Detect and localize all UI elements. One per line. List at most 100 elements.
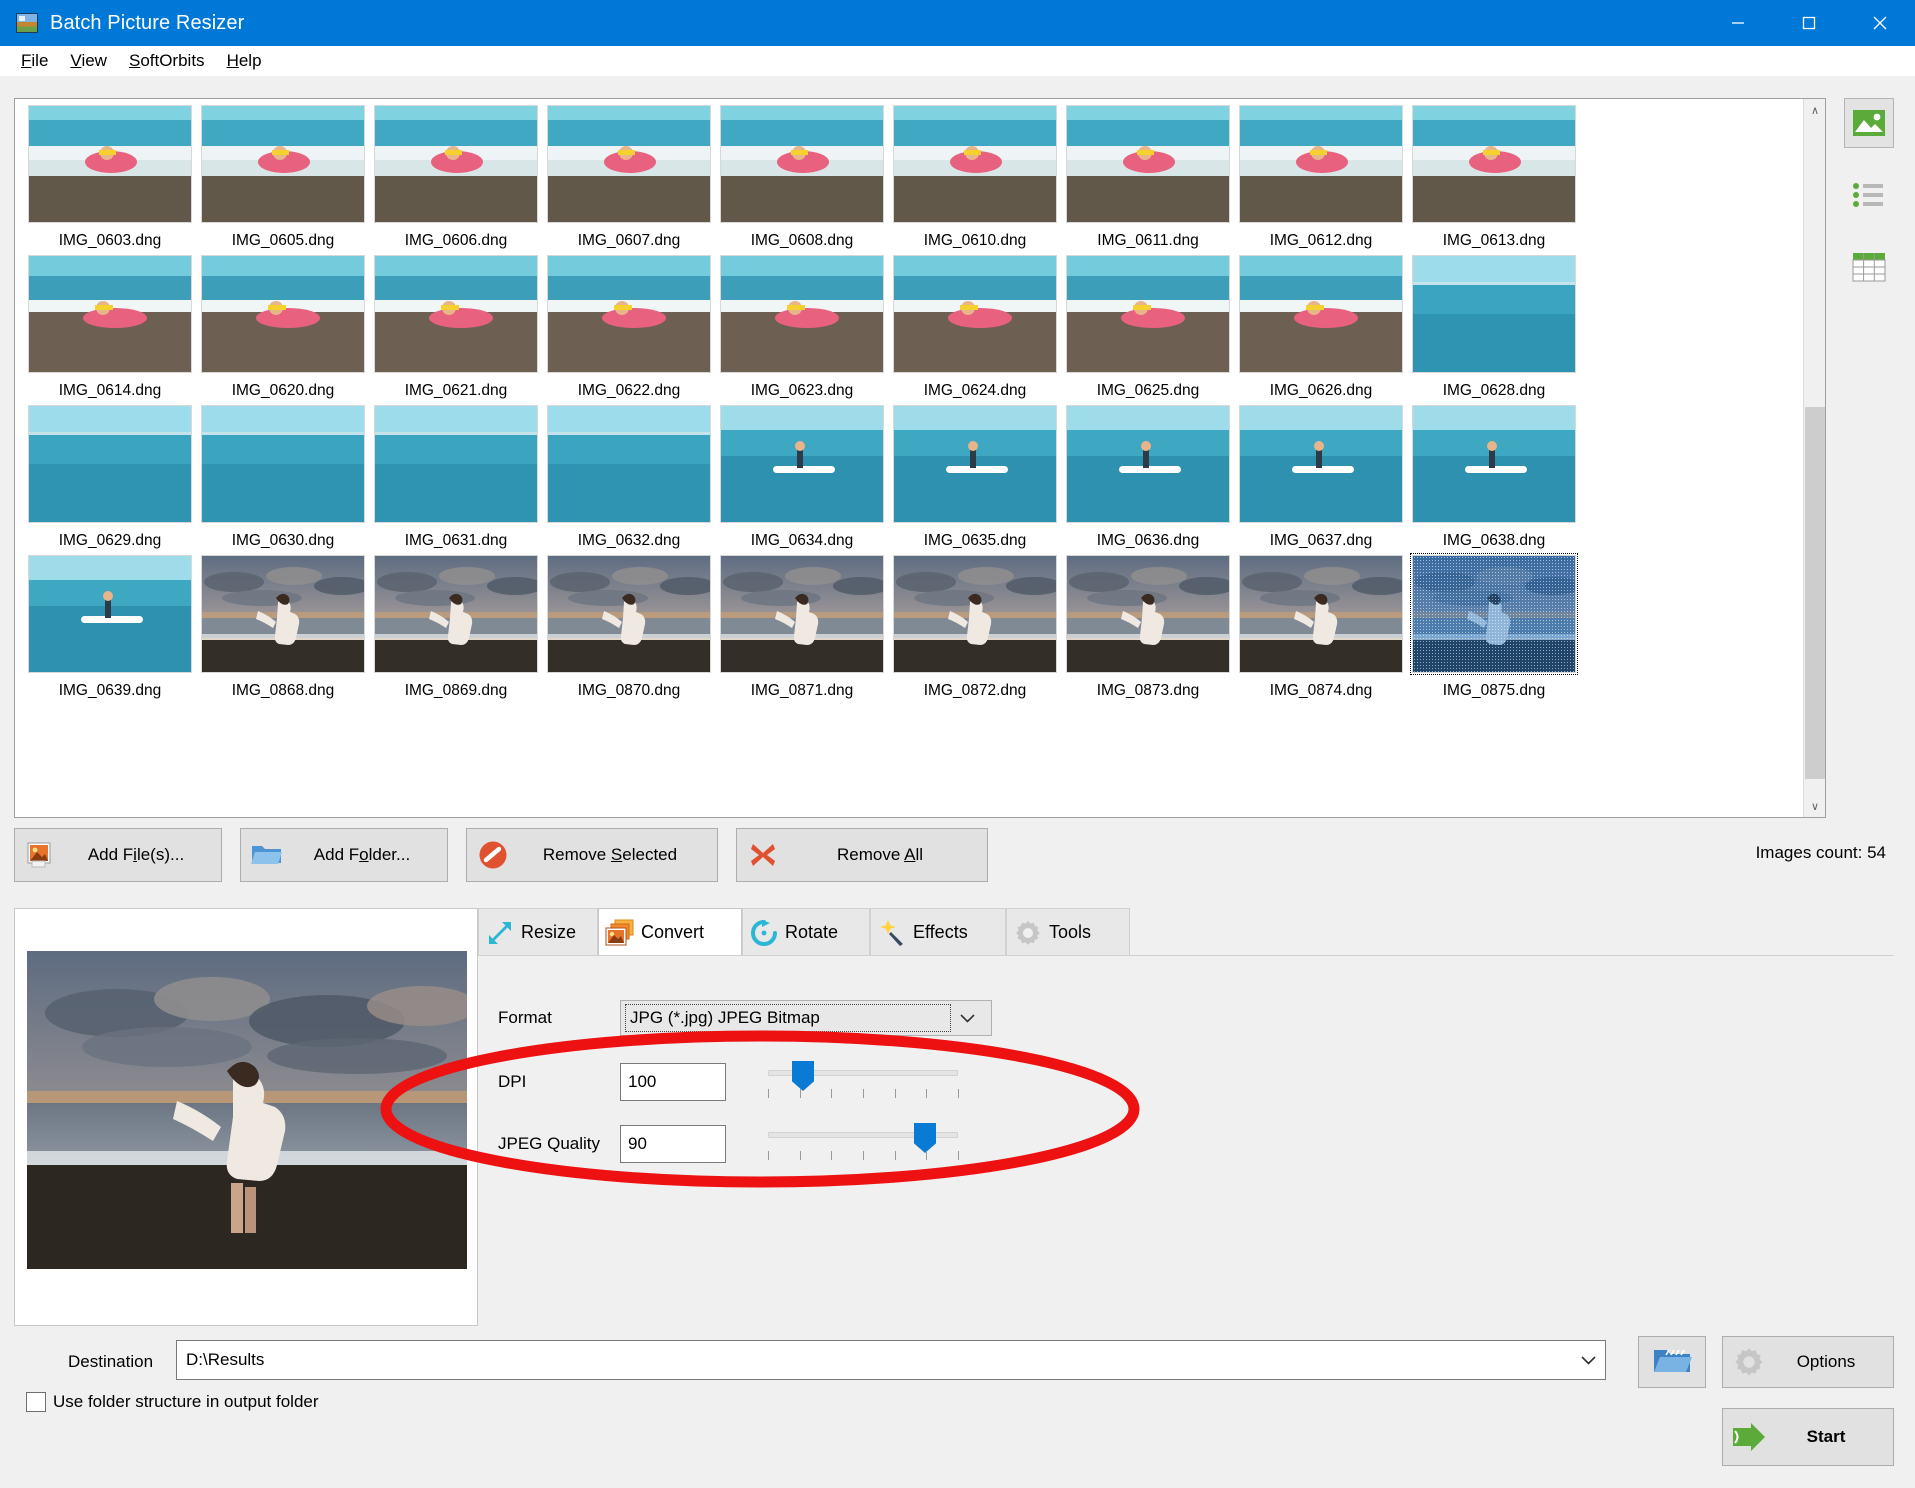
thumbnail-image[interactable]	[374, 555, 538, 673]
thumbnail-item[interactable]: IMG_0868.dng	[198, 555, 368, 701]
scroll-down-button[interactable]: ∨	[1804, 795, 1825, 817]
thumbnail-image[interactable]	[720, 555, 884, 673]
start-button[interactable]: Start	[1722, 1408, 1894, 1466]
thumbnail-item[interactable]: IMG_0631.dng	[371, 405, 541, 551]
thumbnail-scrollbar[interactable]: ∧ ∨	[1803, 99, 1825, 817]
thumbnail-image[interactable]	[1066, 405, 1230, 523]
thumbnail-item[interactable]: IMG_0612.dng	[1236, 105, 1406, 251]
thumbnail-item[interactable]: IMG_0621.dng	[371, 255, 541, 401]
thumbnail-image[interactable]	[1412, 105, 1576, 223]
thumbnail-image[interactable]	[1412, 255, 1576, 373]
thumbnail-image[interactable]	[28, 105, 192, 223]
options-button[interactable]: Options	[1722, 1336, 1894, 1388]
thumbnail-image[interactable]	[720, 255, 884, 373]
thumbnail-image[interactable]	[1239, 255, 1403, 373]
thumbnail-item[interactable]: IMG_0871.dng	[717, 555, 887, 701]
tab-effects[interactable]: Effects	[870, 908, 1006, 956]
thumbnail-item[interactable]: IMG_0606.dng	[371, 105, 541, 251]
thumbnail-image[interactable]	[547, 255, 711, 373]
thumbnail-item[interactable]: IMG_0635.dng	[890, 405, 1060, 551]
thumbnail-image[interactable]	[1410, 553, 1578, 675]
thumbnail-item[interactable]: IMG_0607.dng	[544, 105, 714, 251]
thumbnail-item[interactable]: IMG_0620.dng	[198, 255, 368, 401]
thumbnail-image[interactable]	[28, 255, 192, 373]
thumbnail-image[interactable]	[1239, 105, 1403, 223]
thumbnail-item[interactable]: IMG_0605.dng	[198, 105, 368, 251]
thumbnail-panel[interactable]: IMG_0603.dng IMG_0605.dng IMG_0606.dng I…	[14, 98, 1826, 818]
thumbnail-item[interactable]: IMG_0870.dng	[544, 555, 714, 701]
thumbnail-item[interactable]: IMG_0638.dng	[1409, 405, 1579, 551]
thumbnail-item[interactable]: IMG_0874.dng	[1236, 555, 1406, 701]
thumbnail-item[interactable]: IMG_0608.dng	[717, 105, 887, 251]
dpi-input[interactable]: 100	[620, 1063, 726, 1101]
thumbnail-item[interactable]: IMG_0634.dng	[717, 405, 887, 551]
thumbnail-item[interactable]: IMG_0869.dng	[371, 555, 541, 701]
thumbnail-image[interactable]	[1066, 555, 1230, 673]
add-files-button[interactable]: Add File(s)...	[14, 828, 222, 882]
tab-rotate[interactable]: Rotate	[742, 908, 870, 956]
thumbnail-image[interactable]	[374, 255, 538, 373]
use-folder-structure-row[interactable]: Use folder structure in output folder	[26, 1392, 319, 1412]
thumbnail-item[interactable]: IMG_0636.dng	[1063, 405, 1233, 551]
tab-resize[interactable]: Resize	[478, 908, 598, 956]
thumbnail-image[interactable]	[1066, 255, 1230, 373]
thumbnail-image[interactable]	[893, 255, 1057, 373]
jpeg-quality-input[interactable]: 90	[620, 1125, 726, 1163]
scrollbar-track[interactable]	[1804, 121, 1825, 795]
thumbnail-image[interactable]	[547, 405, 711, 523]
thumbnail-item[interactable]: IMG_0613.dng	[1409, 105, 1579, 251]
thumbnail-item[interactable]: IMG_0873.dng	[1063, 555, 1233, 701]
destination-input[interactable]: D:\Results	[176, 1340, 1606, 1380]
table-view-button[interactable]	[1844, 242, 1894, 292]
maximize-button[interactable]	[1773, 0, 1844, 46]
browse-destination-button[interactable]	[1638, 1336, 1706, 1388]
thumbnail-image[interactable]	[28, 555, 192, 673]
tab-tools[interactable]: Tools	[1006, 908, 1130, 956]
close-button[interactable]	[1844, 0, 1915, 46]
list-view-button[interactable]	[1844, 170, 1894, 220]
thumbnail-image[interactable]	[893, 555, 1057, 673]
thumbnail-image[interactable]	[893, 405, 1057, 523]
tab-convert[interactable]: Convert	[598, 908, 742, 956]
thumbnail-image[interactable]	[201, 405, 365, 523]
thumbnail-image[interactable]	[1066, 105, 1230, 223]
thumbnail-item[interactable]: IMG_0637.dng	[1236, 405, 1406, 551]
thumbnail-item[interactable]: IMG_0624.dng	[890, 255, 1060, 401]
thumbnail-item[interactable]: IMG_0625.dng	[1063, 255, 1233, 401]
thumbnail-item[interactable]: IMG_0639.dng	[25, 555, 195, 701]
destination-chevron-down-icon[interactable]	[1571, 1353, 1605, 1368]
jpeg-quality-slider[interactable]	[768, 1123, 959, 1165]
format-select[interactable]: JPG (*.jpg) JPEG Bitmap	[620, 1000, 992, 1036]
thumbnail-image[interactable]	[28, 405, 192, 523]
remove-all-button[interactable]: Remove All	[736, 828, 988, 882]
thumbnail-item[interactable]: IMG_0614.dng	[25, 255, 195, 401]
menu-file[interactable]: File	[10, 48, 59, 74]
thumbnail-item[interactable]: IMG_0611.dng	[1063, 105, 1233, 251]
thumbnail-image[interactable]	[201, 105, 365, 223]
use-folder-structure-checkbox[interactable]	[26, 1392, 46, 1412]
thumbnail-item[interactable]: IMG_0872.dng	[890, 555, 1060, 701]
thumbnail-image[interactable]	[1239, 555, 1403, 673]
thumbnail-image[interactable]	[201, 555, 365, 673]
thumbnail-item[interactable]: IMG_0603.dng	[25, 105, 195, 251]
thumbnail-item[interactable]: IMG_0875.dng	[1409, 553, 1579, 701]
thumbnail-image[interactable]	[893, 105, 1057, 223]
thumbnail-item[interactable]: IMG_0628.dng	[1409, 255, 1579, 401]
thumbnail-image[interactable]	[201, 255, 365, 373]
thumbnail-view-button[interactable]	[1844, 98, 1894, 148]
menu-softorbits[interactable]: SoftOrbits	[118, 48, 216, 74]
thumbnail-item[interactable]: IMG_0630.dng	[198, 405, 368, 551]
jpeg-quality-slider-thumb[interactable]	[914, 1123, 936, 1153]
thumbnail-item[interactable]: IMG_0610.dng	[890, 105, 1060, 251]
dpi-slider-thumb[interactable]	[792, 1061, 814, 1091]
dpi-slider[interactable]	[768, 1061, 959, 1103]
menu-help[interactable]: Help	[216, 48, 273, 74]
thumbnail-item[interactable]: IMG_0626.dng	[1236, 255, 1406, 401]
menu-view[interactable]: View	[59, 48, 118, 74]
scrollbar-thumb[interactable]	[1805, 407, 1825, 779]
thumbnail-image[interactable]	[374, 105, 538, 223]
thumbnail-item[interactable]: IMG_0629.dng	[25, 405, 195, 551]
thumbnail-image[interactable]	[720, 105, 884, 223]
thumbnail-image[interactable]	[720, 405, 884, 523]
scroll-up-button[interactable]: ∧	[1804, 99, 1825, 121]
